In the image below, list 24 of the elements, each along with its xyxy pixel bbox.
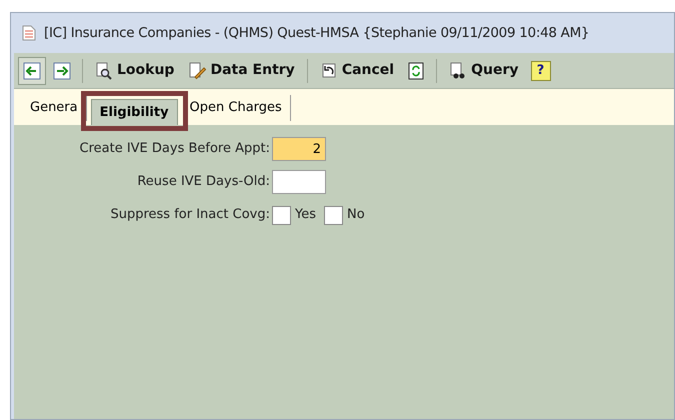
window-title: [IC] Insurance Companies - (QHMS) Quest-HMSA {Stephanie 09/11/2009 10:48 AM} (44, 24, 590, 43)
field-label: Create IVE Days Before Appt: (78, 140, 271, 158)
toolbar-button[interactable]: Query (443, 56, 524, 84)
binoculars-document-icon (449, 62, 468, 80)
help-button[interactable]: ? (530, 60, 550, 80)
field-label: Reuse IVE Days-Old: (136, 173, 271, 192)
refresh-icon (407, 62, 426, 80)
input-field[interactable]: 2 (272, 137, 326, 161)
undo-document-icon (320, 62, 338, 80)
toolbar-button[interactable]: Cancel (314, 56, 400, 84)
toolbar-button[interactable]: Lookup (89, 56, 180, 84)
field-label: Suppress for Inact Covg: (109, 206, 271, 224)
toolbar-button[interactable]: Data Entry (182, 56, 301, 84)
magnifier-document-icon (95, 62, 113, 80)
document-icon (22, 25, 36, 41)
tab[interactable]: Genera (22, 95, 87, 121)
pencil-document-icon (188, 62, 206, 80)
tab[interactable]: Eligibility (90, 99, 178, 125)
checkbox[interactable] (324, 206, 343, 224)
checkbox-label: No (347, 206, 365, 224)
tab[interactable]: Open Charges (182, 95, 291, 121)
input-field[interactable] (272, 170, 326, 194)
checkbox-label: Yes (295, 206, 316, 224)
checkbox[interactable] (272, 206, 291, 224)
